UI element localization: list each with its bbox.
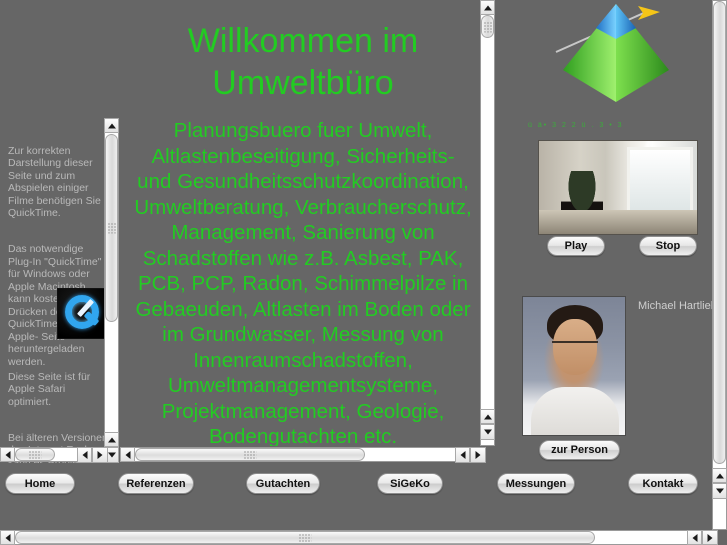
left-frame-vertical-scrollbar[interactable] bbox=[104, 118, 119, 463]
scroll-grip-icon bbox=[28, 450, 42, 459]
window-vertical-scrollbar[interactable] bbox=[712, 0, 727, 530]
scroll-grip-icon bbox=[483, 21, 492, 32]
chevron-down-icon bbox=[483, 429, 492, 435]
shirt-shape bbox=[531, 387, 619, 435]
nav-button-referenzen[interactable]: Referenzen bbox=[118, 473, 194, 494]
chevron-left-icon bbox=[692, 533, 697, 542]
chevron-up-icon bbox=[483, 5, 492, 10]
main-hscroll-right-button[interactable] bbox=[470, 447, 486, 463]
scroll-grip-icon bbox=[298, 533, 312, 542]
left-paragraph-1: Zur korrekten Darstellung dieser Seite u… bbox=[8, 144, 101, 220]
left-info-text: Zur korrekten Darstellung dieser Seite u… bbox=[8, 132, 108, 392]
window-hscroll-thumb[interactable] bbox=[15, 531, 595, 544]
left-scroll-up-button-2[interactable] bbox=[104, 432, 119, 447]
main-content-frame: Willkommen im Umweltbüro Planungsbuero f… bbox=[128, 0, 478, 446]
zur-person-button[interactable]: zur Person bbox=[539, 440, 620, 460]
window-vscroll-up-button[interactable] bbox=[712, 468, 727, 483]
chevron-left-icon bbox=[460, 451, 465, 459]
chevron-down-icon bbox=[107, 452, 116, 458]
chevron-left-icon bbox=[82, 451, 87, 459]
green-pyramid-logo-icon bbox=[555, 4, 669, 102]
chevron-left-icon bbox=[5, 533, 10, 542]
left-hscroll-thumb[interactable] bbox=[15, 448, 55, 461]
left-paragraph-3: Diese Seite ist für Apple Safari optimie… bbox=[8, 370, 91, 408]
window-hscroll-left-button[interactable] bbox=[0, 530, 15, 545]
window-shape bbox=[627, 147, 693, 213]
chevron-left-icon bbox=[125, 450, 130, 459]
left-hscroll-right-button[interactable] bbox=[92, 447, 108, 463]
main-frame-horizontal-scrollbar[interactable] bbox=[120, 447, 480, 462]
nav-button-gutachten[interactable]: Gutachten bbox=[246, 473, 320, 494]
window-hscroll-right-button[interactable] bbox=[702, 530, 718, 545]
main-scroll-up-button[interactable] bbox=[480, 0, 495, 15]
browser-page: Zur korrekten Darstellung dieser Seite u… bbox=[0, 0, 727, 545]
page-body-text: Planungsbuero fuer Umwelt, Altlastenbese… bbox=[134, 119, 472, 446]
left-scroll-up-button[interactable] bbox=[104, 118, 119, 133]
nav-button-messungen[interactable]: Messungen bbox=[497, 473, 575, 494]
window-hscroll-left-button-2[interactable] bbox=[687, 530, 702, 545]
chevron-right-icon bbox=[97, 451, 103, 459]
quicktime-logo-icon[interactable] bbox=[57, 288, 108, 339]
window-vscroll-thumb[interactable] bbox=[713, 1, 726, 464]
chevron-right-icon bbox=[707, 533, 713, 542]
desk-shape bbox=[539, 210, 697, 234]
page-title: Willkommen im Umweltbüro bbox=[187, 22, 419, 102]
chevron-up-icon bbox=[107, 123, 116, 128]
chevron-up-icon bbox=[107, 437, 116, 442]
nav-button-home[interactable]: Home bbox=[5, 473, 75, 494]
scroll-grip-icon bbox=[243, 450, 257, 459]
window-vscroll-down-button[interactable] bbox=[712, 483, 727, 499]
stop-button[interactable]: Stop bbox=[639, 236, 697, 256]
main-hscroll-left-button[interactable] bbox=[120, 447, 135, 462]
pyramid-caption-artifact: ü ä• 3 2 2 ü . 3 • 3 bbox=[528, 122, 624, 129]
left-scroll-thumb[interactable] bbox=[105, 134, 118, 322]
chevron-right-icon bbox=[475, 451, 481, 459]
play-button[interactable]: Play bbox=[547, 236, 605, 256]
window-horizontal-scrollbar[interactable] bbox=[0, 530, 712, 545]
left-hscroll-left-button-2[interactable] bbox=[77, 447, 92, 463]
bottom-navigation-bar: Home Referenzen Gutachten SiGeKo Messung… bbox=[0, 470, 712, 500]
right-sidebar: ü ä• 3 2 2 ü . 3 • 3 Play Stop Michael H… bbox=[508, 0, 727, 463]
main-scroll-down-button[interactable] bbox=[480, 424, 495, 440]
chevron-up-icon bbox=[483, 414, 492, 419]
main-scroll-thumb[interactable] bbox=[481, 15, 494, 38]
chevron-left-icon bbox=[5, 450, 10, 459]
main-hscroll-thumb[interactable] bbox=[135, 448, 365, 461]
main-frame-vertical-scrollbar[interactable] bbox=[480, 0, 495, 446]
office-photo[interactable] bbox=[538, 140, 698, 235]
chevron-up-icon bbox=[715, 473, 724, 478]
chevron-down-icon bbox=[715, 488, 724, 494]
nav-button-sigeko[interactable]: SiGeKo bbox=[377, 473, 443, 494]
left-hscroll-left-button[interactable] bbox=[0, 447, 15, 462]
main-scroll-up-button-2[interactable] bbox=[480, 409, 495, 424]
portrait-photo[interactable] bbox=[522, 296, 626, 436]
main-hscroll-left-button-2[interactable] bbox=[455, 447, 470, 463]
glasses-shape bbox=[552, 341, 598, 352]
nav-button-kontakt[interactable]: Kontakt bbox=[628, 473, 698, 494]
scroll-grip-icon bbox=[107, 222, 116, 234]
